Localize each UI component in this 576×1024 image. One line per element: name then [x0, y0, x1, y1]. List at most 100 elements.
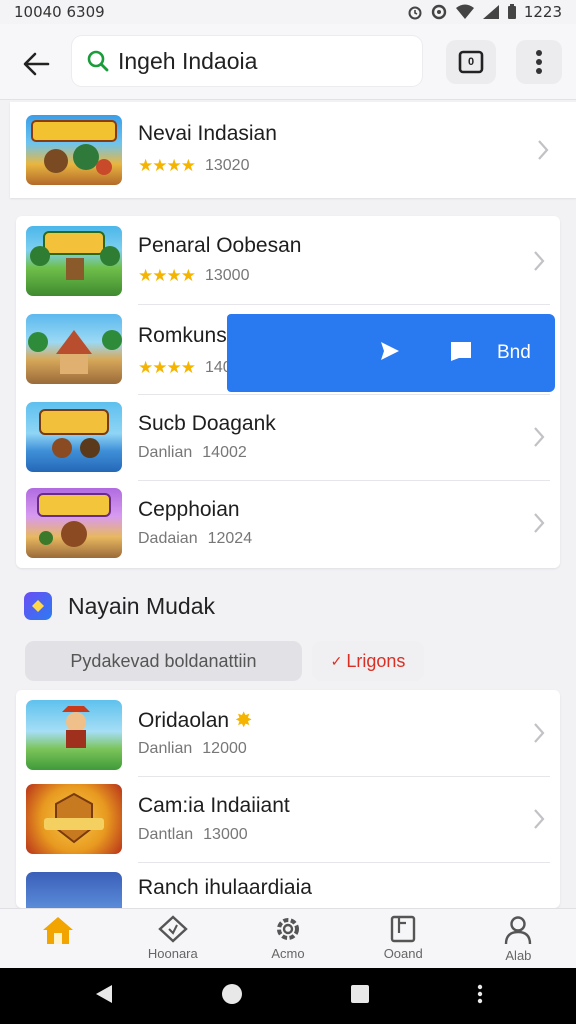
- app-title: Cam:ia Indaiiant: [138, 794, 290, 817]
- section-list-card: Oridaolan ✸ Danlian 12000 Cam:ia Indaiia…: [16, 690, 560, 908]
- more-vert-icon: [536, 50, 542, 74]
- app-developer: Dantlan: [138, 826, 194, 843]
- filter-chip-primary[interactable]: Pydakevad boldanattiin: [25, 641, 302, 681]
- rating-stars: ★★★★: [138, 156, 196, 175]
- app-developer: Dadaian: [138, 530, 198, 547]
- flag-icon: [451, 342, 471, 361]
- send-icon: [381, 342, 399, 360]
- sparkle-icon: ✸: [234, 709, 253, 732]
- row-divider: [138, 480, 550, 481]
- home-icon: [42, 917, 73, 944]
- chevron-right-icon: [534, 513, 545, 533]
- game-thumbnail: [26, 488, 122, 558]
- game-thumbnail: [26, 115, 122, 185]
- game-thumbnail: [26, 872, 122, 908]
- chevron-right-icon: [534, 427, 545, 447]
- game-thumbnail: [26, 402, 122, 472]
- signal-icon: [482, 5, 499, 19]
- app-meta: ★★★★ 13000: [138, 266, 249, 286]
- nav-label: Ooand: [383, 946, 423, 961]
- status-clock: 1223: [523, 3, 562, 21]
- list-item[interactable]: Nevai Indasian ★★★★ 13020: [10, 102, 576, 198]
- flag-button[interactable]: [449, 340, 477, 368]
- tabs-button[interactable]: 0: [446, 40, 496, 84]
- app-developer: Danlian: [138, 740, 193, 757]
- tabs-count: 0: [467, 56, 475, 68]
- triangle-back-icon: [95, 984, 112, 1003]
- rating-count: 13000: [203, 826, 248, 843]
- bottom-navigation: Hoonara Acmo Ooand Alab: [0, 908, 576, 968]
- section-header: Nayain Mudak: [24, 592, 215, 620]
- app-title: Ranch ihulaardiaia: [138, 876, 312, 899]
- game-thumbnail: [26, 314, 122, 384]
- back-arrow-icon: [23, 52, 50, 76]
- chevron-right-icon: [538, 140, 549, 160]
- gear-icon: [277, 918, 299, 940]
- banner-action-label[interactable]: Bnd: [497, 342, 531, 364]
- app-meta: ★★★★ 13020: [138, 156, 249, 176]
- game-thumbnail: [26, 226, 122, 296]
- person-icon: [505, 916, 532, 945]
- game-thumbnail: [26, 784, 122, 854]
- list-item[interactable]: Cepphoian Dadaian 12024: [16, 482, 560, 570]
- app-developer: Danlian: [138, 444, 193, 461]
- list-item[interactable]: Ranch ihulaardiaia: [16, 866, 560, 908]
- rating-count: 12000: [202, 740, 247, 757]
- nav-profile[interactable]: Alab: [461, 909, 576, 968]
- app-title: Nevai Indasian: [138, 122, 277, 145]
- nav-label: Alab: [505, 948, 532, 963]
- nav-tag[interactable]: Hoonara: [115, 909, 230, 968]
- system-back-button[interactable]: [94, 983, 114, 1010]
- row-divider: [138, 776, 550, 777]
- list-item[interactable]: Sucb Doagank Danlian 14002: [16, 394, 560, 482]
- app-meta: Dantlan 13000: [138, 826, 248, 844]
- list-item[interactable]: Cam:ia Indaiiant Dantlan 13000: [16, 778, 560, 866]
- search-input[interactable]: Ingeh Indaoia: [72, 36, 422, 86]
- list-item[interactable]: Oridaolan ✸ Danlian 12000: [16, 690, 560, 778]
- rating-count: 13000: [204, 267, 250, 284]
- chip-label: Lrigons: [346, 650, 406, 671]
- status-time: 10040 6309: [14, 3, 105, 21]
- game-thumbnail: [26, 700, 122, 770]
- tag-icon: [158, 915, 188, 943]
- rating-stars: ★★★★: [138, 266, 196, 285]
- app-meta: Danlian 12000: [138, 740, 247, 758]
- send-button[interactable]: [379, 340, 407, 368]
- app-bar: Ingeh Indaoia 0: [0, 24, 576, 100]
- wifi-icon: [455, 4, 474, 19]
- chevron-right-icon: [534, 723, 545, 743]
- app-title: Cepphoian: [138, 498, 240, 521]
- more-options-button[interactable]: [516, 40, 562, 84]
- app-title-text: Oridaolan: [138, 709, 230, 732]
- check-icon: ✓: [330, 652, 343, 669]
- system-recents-button[interactable]: [350, 984, 370, 1009]
- swipe-action-banner: Bnd: [227, 314, 555, 392]
- circle-home-icon: [221, 983, 242, 1004]
- nav-settings[interactable]: Acmo: [230, 909, 345, 968]
- app-title: Oridaolan ✸: [138, 708, 253, 733]
- chevron-right-icon: [534, 809, 545, 829]
- search-query: Ingeh Indaoia: [118, 47, 258, 74]
- rating-stars: ★★★★: [138, 358, 196, 377]
- more-vert-icon: [477, 984, 482, 1003]
- filter-chip-secondary[interactable]: ✓ Lrigons: [312, 641, 424, 681]
- row-divider: [138, 862, 550, 863]
- list-item[interactable]: Penaral Oobesan ★★★★ 13000: [16, 216, 560, 304]
- nav-home[interactable]: [0, 909, 115, 968]
- status-bar: 10040 6309 1223: [0, 0, 576, 24]
- rating-count: 13020: [204, 157, 250, 174]
- section-title: Nayain Mudak: [68, 592, 216, 619]
- alarm-icon: [408, 6, 422, 20]
- book-icon: [391, 915, 416, 943]
- app-title: Penaral Oobesan: [138, 234, 302, 257]
- nav-label: Hoonara: [147, 946, 198, 961]
- battery-icon: [507, 4, 516, 19]
- nav-label: Acmo: [271, 946, 305, 961]
- nav-library[interactable]: Ooand: [346, 909, 461, 968]
- system-more-button[interactable]: [477, 984, 483, 1009]
- chevron-right-icon: [534, 251, 545, 271]
- settings-status-icon: [431, 4, 447, 20]
- back-button[interactable]: [14, 42, 58, 86]
- featured-card: Nevai Indasian ★★★★ 13020: [10, 102, 576, 198]
- system-home-button[interactable]: [221, 983, 243, 1010]
